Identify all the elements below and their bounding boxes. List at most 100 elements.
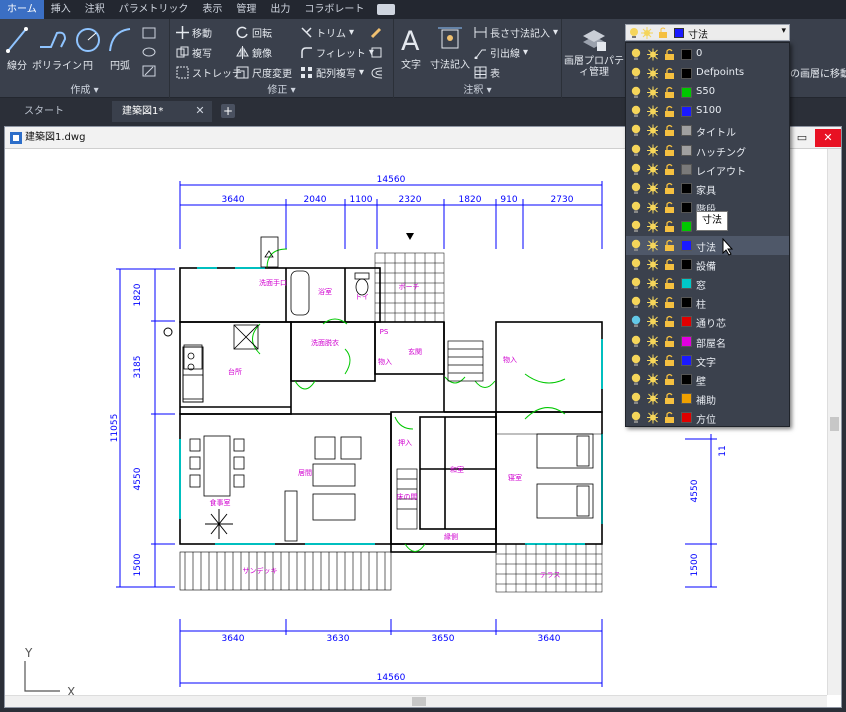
- modify-panel-title[interactable]: 修正 ▾: [170, 81, 393, 96]
- layer-on-icon[interactable]: [630, 48, 642, 61]
- layer-lock-icon[interactable]: [664, 296, 676, 309]
- horizontal-scrollbar[interactable]: [5, 695, 827, 707]
- linear-dimension-button[interactable]: 長さ寸法記入 ▾: [474, 24, 558, 40]
- layer-freeze-icon[interactable]: [646, 48, 658, 61]
- leader-button[interactable]: 引出線 ▾: [474, 44, 528, 60]
- hatch-button[interactable]: [142, 63, 156, 79]
- tab-output[interactable]: 出力: [263, 0, 297, 19]
- close-button[interactable]: ✕: [815, 129, 841, 147]
- layer-item[interactable]: S50: [626, 83, 789, 102]
- rotate-button[interactable]: 回転: [236, 24, 272, 40]
- layer-on-icon[interactable]: [630, 201, 642, 214]
- restore-button[interactable]: ▭: [789, 129, 815, 147]
- array-button[interactable]: 配列複写 ▾: [300, 64, 364, 80]
- layer-on-icon[interactable]: [630, 124, 642, 137]
- layer-on-icon[interactable]: [630, 67, 642, 80]
- layer-lock-icon[interactable]: [664, 163, 676, 176]
- text-button[interactable]: A 文字: [398, 24, 424, 71]
- tab-collaborate[interactable]: コラボレート: [297, 0, 371, 19]
- layer-on-icon[interactable]: [630, 239, 642, 252]
- ribbon-options-icon[interactable]: [377, 4, 396, 15]
- tab-view[interactable]: 表示: [195, 0, 229, 19]
- layer-color-swatch[interactable]: [681, 49, 692, 60]
- layer-on-icon[interactable]: [630, 220, 642, 233]
- layer-freeze-icon[interactable]: [646, 105, 658, 118]
- layer-properties-button[interactable]: 画層プロパティ管理: [564, 24, 624, 78]
- layer-on-icon[interactable]: [630, 277, 642, 290]
- layer-item[interactable]: 壁: [626, 370, 789, 389]
- horizontal-scroll-thumb[interactable]: [412, 697, 426, 706]
- layer-on-icon[interactable]: [630, 182, 642, 195]
- layer-item[interactable]: 部屋名: [626, 332, 789, 351]
- scale-button[interactable]: 尺度変更: [236, 64, 292, 80]
- layer-lock-icon[interactable]: [664, 373, 676, 386]
- chevron-down-icon[interactable]: ▾: [781, 26, 786, 36]
- vertical-scroll-thumb[interactable]: [830, 417, 839, 431]
- layer-item[interactable]: Defpoints: [626, 64, 789, 83]
- layer-color-swatch[interactable]: [681, 68, 692, 80]
- offset-button[interactable]: [370, 64, 383, 80]
- layer-item[interactable]: 設備: [626, 255, 789, 274]
- layer-on-icon[interactable]: [630, 335, 642, 348]
- layer-freeze-icon[interactable]: [646, 258, 658, 271]
- layer-lock-icon[interactable]: [664, 392, 676, 405]
- layer-lock-icon[interactable]: [664, 335, 676, 348]
- layer-freeze-icon[interactable]: [646, 411, 658, 424]
- layer-item[interactable]: 文字: [626, 351, 789, 370]
- move-to-layer-button[interactable]: の画層に移動: [790, 64, 846, 80]
- layer-item[interactable]: 寸法: [626, 236, 789, 255]
- layer-lock-icon[interactable]: [664, 220, 676, 233]
- layer-freeze-icon[interactable]: [646, 201, 658, 214]
- layer-color-swatch[interactable]: [681, 163, 692, 175]
- layer-color-swatch[interactable]: [681, 201, 692, 213]
- layer-dropdown[interactable]: 寸法 ▾: [625, 24, 790, 41]
- layer-freeze-icon[interactable]: [646, 67, 658, 80]
- fillet-button[interactable]: フィレット ▾: [300, 44, 374, 60]
- layer-color-swatch[interactable]: [681, 297, 692, 309]
- erase-button[interactable]: [370, 24, 383, 40]
- copy-button[interactable]: 複写: [176, 44, 212, 60]
- layer-lock-icon[interactable]: [664, 354, 676, 367]
- layer-color-swatch[interactable]: [681, 240, 692, 251]
- annotation-panel-title[interactable]: 注釈 ▾: [394, 81, 561, 96]
- layer-lock-icon[interactable]: [664, 48, 676, 61]
- stretch-button[interactable]: ストレッチ: [176, 64, 242, 80]
- rectangle-button[interactable]: [142, 25, 156, 41]
- arc-button[interactable]: 円弧: [106, 25, 134, 72]
- layer-lock-icon[interactable]: [664, 277, 676, 290]
- layer-on-icon[interactable]: [630, 86, 642, 99]
- layer-lock-icon[interactable]: [664, 201, 676, 214]
- layer-color-swatch[interactable]: [681, 125, 692, 137]
- draw-panel-title[interactable]: 作成 ▾: [0, 81, 169, 96]
- layer-freeze-icon[interactable]: [646, 163, 658, 176]
- layer-on-icon[interactable]: [630, 296, 642, 309]
- layer-item[interactable]: 方位: [626, 408, 789, 427]
- layer-lock-icon[interactable]: [664, 182, 676, 195]
- layer-lock-icon[interactable]: [664, 67, 676, 80]
- layer-lock-icon[interactable]: [664, 411, 676, 424]
- trim-button[interactable]: トリム ▾: [300, 24, 354, 40]
- layer-freeze-icon[interactable]: [646, 239, 658, 252]
- layer-freeze-icon[interactable]: [646, 315, 658, 328]
- layer-item[interactable]: S100: [626, 102, 789, 121]
- tab-parametric[interactable]: パラメトリック: [112, 0, 196, 19]
- line-button[interactable]: 線分: [4, 25, 30, 72]
- polyline-button[interactable]: ポリライン: [32, 25, 82, 72]
- layer-on-icon[interactable]: [630, 411, 642, 424]
- tab-manage[interactable]: 管理: [229, 0, 263, 19]
- layer-color-swatch[interactable]: [681, 220, 692, 232]
- layer-color-swatch[interactable]: [681, 354, 692, 366]
- layer-freeze-icon[interactable]: [646, 220, 658, 233]
- layer-freeze-icon[interactable]: [646, 296, 658, 309]
- layer-freeze-icon[interactable]: [646, 392, 658, 405]
- dimension-button[interactable]: 寸法記入: [430, 24, 470, 71]
- layer-color-swatch[interactable]: [681, 182, 692, 194]
- layer-on-icon[interactable]: [630, 392, 642, 405]
- move-button[interactable]: 移動: [176, 24, 212, 40]
- ellipse-button[interactable]: [142, 44, 156, 60]
- layer-lock-icon[interactable]: [664, 86, 676, 99]
- layer-lock-icon[interactable]: [664, 144, 676, 157]
- layer-color-swatch[interactable]: [681, 373, 692, 385]
- layer-on-icon[interactable]: [630, 373, 642, 386]
- layer-color-swatch[interactable]: [681, 316, 692, 328]
